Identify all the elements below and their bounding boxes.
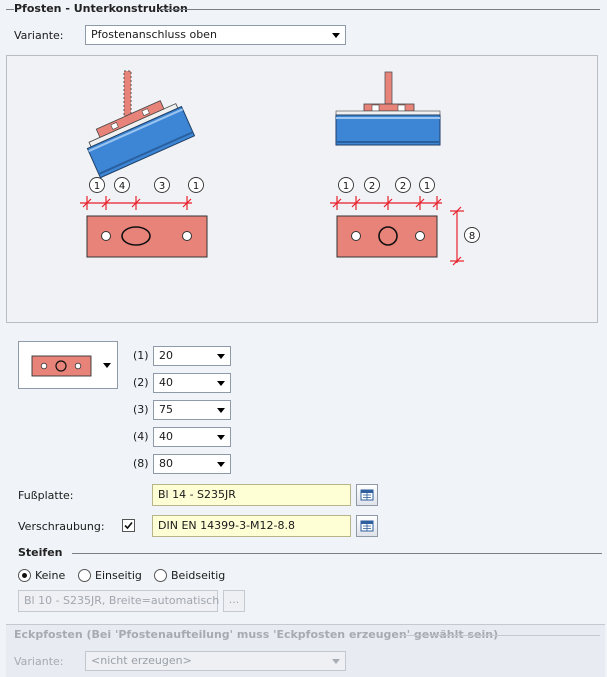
checkmark-icon <box>124 521 133 530</box>
verschraubung-field[interactable]: DIN EN 14399-3-M12-8.8 <box>152 515 351 537</box>
dim-select-value: 40 <box>159 430 173 443</box>
radio-keine-label: Keine <box>35 569 66 582</box>
chevron-down-icon <box>332 659 340 664</box>
library-icon <box>360 489 374 501</box>
radio-selected-dot <box>22 573 27 578</box>
radio-keine[interactable] <box>18 569 31 582</box>
left-dimension-line <box>80 196 192 210</box>
fussplatte-field[interactable]: Bl 14 - S235JR <box>152 484 351 506</box>
dim-bubble-right-2: 2 <box>369 181 375 192</box>
eckpfosten-variant-value: <nicht erzeugen> <box>91 654 192 667</box>
preview-drawing: 1 4 3 1 1 2 2 1 8 <box>80 70 480 266</box>
dim-select-2[interactable]: 40 <box>153 373 231 393</box>
eckpfosten-variant-label: Variante: <box>14 655 64 668</box>
section-divider-left <box>6 9 14 10</box>
steifen-more-button: ... <box>223 590 245 612</box>
eckpfosten-variant-select: <nicht erzeugen> <box>85 651 346 671</box>
radio-beidseitig[interactable] <box>154 569 167 582</box>
chevron-down-icon <box>332 33 340 38</box>
dim-select-value: 20 <box>159 349 173 362</box>
plate-type-picker[interactable] <box>18 341 118 389</box>
radio-einseitig[interactable] <box>78 569 91 582</box>
steifen-title: Steifen <box>18 546 63 559</box>
chevron-down-icon <box>217 435 225 440</box>
variant-select-value: Pfostenanschluss oben <box>91 28 217 41</box>
variant-select[interactable]: Pfostenanschluss oben <box>85 25 346 45</box>
dim-select-value: 40 <box>159 376 173 389</box>
dim-select-4[interactable]: 40 <box>153 427 231 447</box>
dim-select-1[interactable]: 20 <box>153 346 231 366</box>
chevron-down-icon <box>217 354 225 359</box>
dim-bubble-right-1: 1 <box>343 181 349 192</box>
fussplatte-library-button[interactable] <box>356 484 378 506</box>
dim-label-1: (1) <box>133 349 149 362</box>
library-icon <box>360 520 374 532</box>
dim-bubble-right-4: 1 <box>424 181 430 192</box>
eckpfosten-divider <box>400 635 600 636</box>
verschraubung-library-button[interactable] <box>356 515 378 537</box>
dim-select-3[interactable]: 75 <box>153 400 231 420</box>
steifen-divider <box>72 553 602 554</box>
chevron-down-icon <box>217 381 225 386</box>
radio-einseitig-label: Einseitig <box>95 569 142 582</box>
dim-bubble-left-2: 4 <box>119 181 125 192</box>
dim-select-value: 80 <box>159 457 173 470</box>
chevron-down-icon <box>103 363 111 368</box>
fussplatte-label: Fußplatte: <box>18 489 74 502</box>
verschraubung-label: Verschraubung: <box>18 520 105 533</box>
dim-bubble-height: 8 <box>469 231 475 242</box>
dim-label-4: (4) <box>133 430 149 443</box>
dim-select-value: 75 <box>159 403 173 416</box>
chevron-down-icon <box>217 462 225 467</box>
verschraubung-checkbox[interactable] <box>122 519 135 532</box>
section-divider <box>158 9 600 10</box>
dim-label-3: (3) <box>133 403 149 416</box>
dim-label-2: (2) <box>133 376 149 389</box>
tilted-assembly-drawing <box>86 70 196 179</box>
steifen-field: Bl 10 - S235JR, Breite=automatisch <box>18 590 219 612</box>
chevron-down-icon <box>217 408 225 413</box>
radio-beidseitig-label: Beidseitig <box>171 569 226 582</box>
dim-label-8: (8) <box>133 457 149 470</box>
variant-label: Variante: <box>14 29 64 42</box>
dim-bubble-right-3: 2 <box>400 181 406 192</box>
dim-bubble-left-3: 3 <box>159 181 165 192</box>
dim-bubble-left-1: 1 <box>94 181 100 192</box>
preview-panel: 1 4 3 1 1 2 2 1 8 <box>6 55 598 323</box>
dim-bubble-left-4: 1 <box>193 181 199 192</box>
straight-assembly-drawing <box>335 71 441 146</box>
dim-select-8[interactable]: 80 <box>153 454 231 474</box>
